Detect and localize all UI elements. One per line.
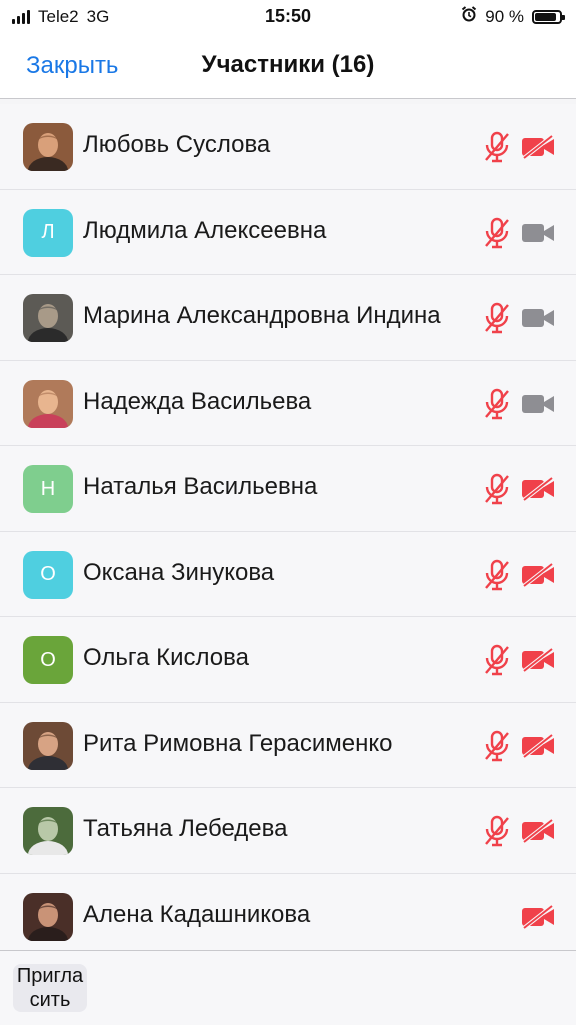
alarm-icon bbox=[461, 6, 477, 27]
avatar bbox=[23, 807, 73, 855]
camera-icon bbox=[521, 392, 555, 416]
participant-name: Надежда Васильева bbox=[83, 387, 312, 415]
avatar bbox=[23, 123, 73, 171]
battery-icon bbox=[532, 9, 565, 24]
participant-row[interactable]: Рита Римовна Герасименко bbox=[0, 702, 576, 788]
microphone-muted-icon bbox=[483, 302, 511, 334]
status-right: 90 % bbox=[461, 6, 565, 27]
camera-off-icon bbox=[521, 134, 555, 160]
camera-off-icon bbox=[521, 561, 555, 588]
participant-row[interactable]: Надежда Васильева bbox=[0, 360, 576, 446]
avatar bbox=[23, 721, 73, 770]
participant-row[interactable]: Марина Александровна Индина bbox=[0, 275, 576, 361]
participant-name: Рита Римовна Герасименко bbox=[83, 729, 393, 757]
participant-name: Марина Александровна Индина bbox=[83, 302, 441, 329]
avatar bbox=[23, 294, 73, 342]
camera-off-icon bbox=[521, 476, 555, 502]
avatar: Н bbox=[23, 465, 73, 513]
bottom-toolbar: Пригласить bbox=[0, 950, 576, 1025]
participant-name: Любовь Суслова bbox=[83, 131, 271, 158]
participant-name: Ольга Кислова bbox=[83, 644, 249, 671]
avatar bbox=[23, 892, 73, 941]
camera-off-icon bbox=[521, 818, 555, 844]
participant-name: Людмила Алексеевна bbox=[83, 216, 327, 244]
microphone-muted-icon bbox=[483, 730, 511, 762]
participant-row[interactable]: Л Людмила Алексеевна bbox=[0, 189, 576, 275]
microphone-muted-icon bbox=[483, 388, 511, 420]
microphone-muted-icon bbox=[483, 644, 511, 676]
participant-row[interactable]: О Оксана Зинукова bbox=[0, 531, 576, 617]
avatar bbox=[23, 379, 73, 428]
microphone-muted-icon bbox=[483, 473, 511, 505]
avatar: Л bbox=[23, 208, 73, 257]
navigation-bar: Закрыть Участники (16) bbox=[0, 32, 576, 99]
participant-row[interactable]: Н Наталья Васильевна bbox=[0, 446, 576, 532]
participant-row[interactable]: Алена Кадашникова bbox=[0, 873, 576, 959]
camera-icon bbox=[521, 306, 555, 330]
camera-off-icon bbox=[521, 732, 555, 759]
participant-name: Наталья Васильевна bbox=[83, 473, 318, 500]
microphone-muted-icon bbox=[483, 131, 511, 163]
status-bar: Tele2 3G 15:50 90 % bbox=[0, 0, 576, 32]
microphone-muted-icon bbox=[483, 815, 511, 847]
battery-percent: 90 % bbox=[485, 6, 524, 26]
camera-off-icon bbox=[521, 647, 555, 673]
camera-icon bbox=[521, 221, 555, 245]
avatar: О bbox=[23, 636, 73, 684]
participant-name: Алена Кадашникова bbox=[83, 900, 311, 928]
participants-list: Любовь Суслова Л Людмила Алексеевна Марина … bbox=[0, 104, 576, 959]
participant-name: Татьяна Лебедева bbox=[83, 815, 288, 842]
participant-row[interactable]: Татьяна Лебедева bbox=[0, 788, 576, 874]
participant-name: Оксана Зинукова bbox=[83, 558, 275, 586]
avatar: О bbox=[23, 550, 73, 599]
microphone-muted-icon bbox=[483, 217, 511, 249]
participant-row[interactable]: Любовь Суслова bbox=[0, 104, 576, 190]
invite-button[interactable]: Пригласить bbox=[13, 964, 87, 1012]
participant-row[interactable]: О Ольга Кислова bbox=[0, 617, 576, 703]
page-title: Участники (16) bbox=[201, 51, 375, 78]
microphone-muted-icon bbox=[483, 559, 511, 591]
camera-off-icon bbox=[521, 903, 555, 930]
